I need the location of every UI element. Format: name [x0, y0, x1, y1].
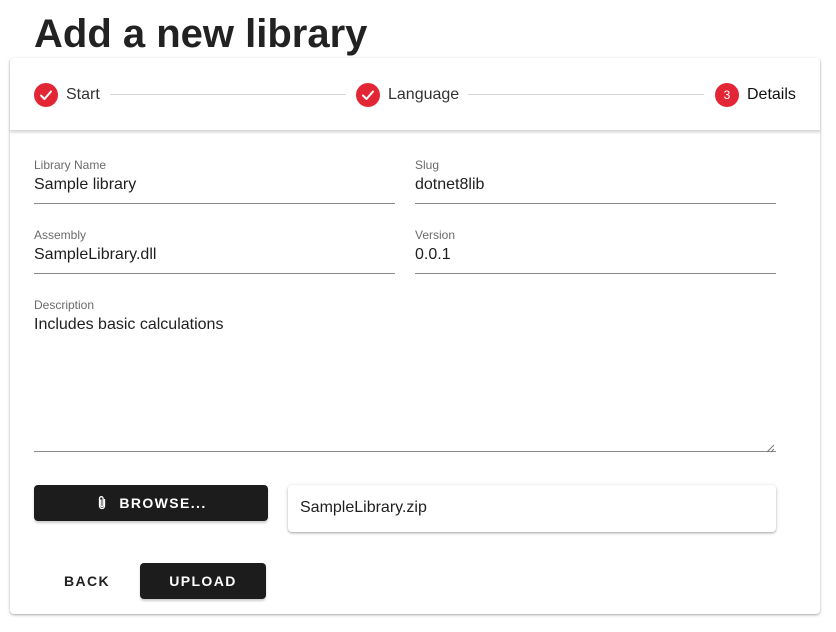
- assembly-input[interactable]: SampleLibrary.dll: [34, 246, 156, 264]
- browse-label: BROWSE...: [119, 495, 207, 511]
- library-name-field[interactable]: Library Name Sample library: [34, 158, 395, 204]
- library-name-input[interactable]: Sample library: [34, 176, 136, 194]
- description-field[interactable]: Description Includes basic calculations: [34, 298, 776, 453]
- assembly-field[interactable]: Assembly SampleLibrary.dll: [34, 228, 395, 274]
- add-library-card: Start Language 3 Details Library Name Sa…: [10, 58, 820, 614]
- page-title: Add a new library: [34, 12, 368, 56]
- browse-button[interactable]: BROWSE...: [34, 485, 268, 521]
- step-label-language: Language: [388, 86, 460, 103]
- step-connector: [110, 94, 346, 95]
- upload-button[interactable]: UPLOAD: [140, 563, 266, 599]
- library-name-label: Library Name: [34, 158, 107, 172]
- step-start[interactable]: Start: [34, 82, 100, 108]
- selected-file-box: SampleLibrary.zip: [288, 485, 776, 532]
- step-label-details: Details: [747, 86, 796, 103]
- slug-input[interactable]: dotnet8lib: [415, 176, 484, 194]
- slug-label: Slug: [415, 158, 440, 172]
- version-input[interactable]: 0.0.1: [415, 246, 451, 264]
- step-details[interactable]: 3 Details: [715, 82, 796, 108]
- check-icon: [34, 83, 58, 107]
- paperclip-icon: [99, 496, 106, 510]
- assembly-label: Assembly: [34, 228, 87, 242]
- back-button[interactable]: BACK: [50, 563, 124, 599]
- check-icon: [356, 83, 380, 107]
- stepper: Start Language 3 Details: [10, 58, 820, 131]
- description-textarea[interactable]: Includes basic calculations: [34, 316, 223, 334]
- version-field[interactable]: Version 0.0.1: [415, 228, 776, 274]
- selected-file-name: SampleLibrary.zip: [300, 499, 427, 516]
- step-language[interactable]: Language: [356, 82, 459, 108]
- slug-field[interactable]: Slug dotnet8lib: [415, 158, 776, 204]
- description-label: Description: [34, 298, 95, 312]
- resize-handle-icon[interactable]: [766, 440, 775, 453]
- step-label-start: Start: [66, 86, 100, 103]
- step-connector: [468, 94, 704, 95]
- step-number-badge: 3: [715, 83, 739, 107]
- version-label: Version: [415, 228, 456, 242]
